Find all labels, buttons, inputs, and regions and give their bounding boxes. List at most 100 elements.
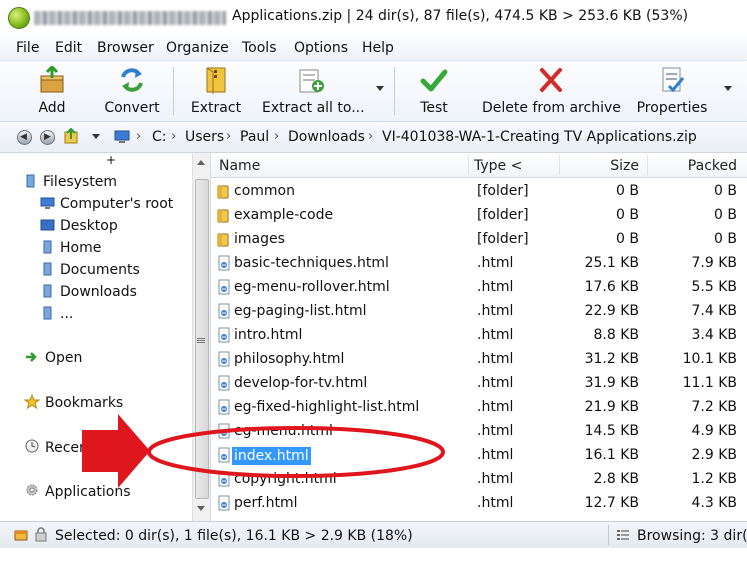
- back-arrow-icon: ◀: [20, 132, 27, 142]
- file-type: .html: [477, 351, 514, 367]
- file-name: basic-techniques.html: [234, 255, 389, 271]
- file-row[interactable]: intro.html .html 8.8 KB 3.4 KB: [211, 323, 747, 347]
- breadcrumb-user[interactable]: Paul: [240, 129, 269, 145]
- status-browsing: Browsing: 3 dir(: [637, 528, 747, 544]
- convert-button[interactable]: Convert: [100, 63, 164, 119]
- file-name: philosophy.html: [234, 351, 345, 367]
- breadcrumb-separator: ›: [171, 129, 177, 144]
- file-type: [folder]: [477, 231, 529, 247]
- column-divider[interactable]: [468, 155, 469, 175]
- applications-gear-icon: [26, 484, 38, 496]
- delete-from-archive-button[interactable]: Delete from archive: [482, 63, 621, 119]
- sidebar-section-recent[interactable]: Recent files: [24, 438, 126, 456]
- file-name: eg-fixed-highlight-list.html: [234, 399, 420, 415]
- html-file-icon: [218, 375, 230, 391]
- sidebar-section-open[interactable]: Open: [24, 350, 82, 366]
- breadcrumb-archive[interactable]: VI-401038-WA-1-Creating TV Applications.…: [382, 129, 697, 145]
- menu-file[interactable]: File: [16, 40, 39, 56]
- extract-all-button[interactable]: Extract all to...: [262, 63, 365, 119]
- file-packed-size: 7.9 KB: [691, 255, 738, 271]
- breadcrumb-drive[interactable]: C:: [152, 129, 167, 145]
- sidebar-section-applications[interactable]: Applications: [24, 482, 131, 500]
- breadcrumb-separator: ›: [136, 129, 142, 144]
- file-size: 2.8 KB: [593, 471, 640, 487]
- sidebar-scrollbar[interactable]: [192, 153, 210, 521]
- file-row[interactable]: common [folder] 0 B 0 B: [211, 179, 747, 203]
- back-button[interactable]: ◀: [17, 130, 32, 145]
- add-button[interactable]: Add: [22, 63, 82, 119]
- breadcrumb-separator: ›: [368, 129, 374, 144]
- file-row[interactable]: images [folder] 0 B 0 B: [211, 227, 747, 251]
- redacted-title-prefix: [34, 11, 226, 25]
- file-size: 0 B: [616, 183, 639, 199]
- breadcrumb-users[interactable]: Users: [185, 129, 224, 145]
- file-row[interactable]: example-code [folder] 0 B 0 B: [211, 203, 747, 227]
- sidebar-item-computers-root[interactable]: Computer's root: [40, 196, 173, 212]
- file-size: 16.1 KB: [584, 447, 639, 463]
- file-row[interactable]: eg-paging-list.html .html 22.9 KB 7.4 KB: [211, 299, 747, 323]
- test-check-icon: [420, 69, 448, 92]
- file-row[interactable]: eg-menu.html .html 14.5 KB 4.9 KB: [211, 419, 747, 443]
- sidebar-item-downloads[interactable]: Downloads: [40, 284, 137, 300]
- file-name: intro.html: [234, 327, 303, 343]
- file-packed-size: 11.1 KB: [682, 375, 737, 391]
- file-size: 12.7 KB: [584, 495, 639, 511]
- file-type: .html: [477, 495, 514, 511]
- up-folder-icon[interactable]: [64, 128, 78, 144]
- file-row[interactable]: index.html .html 16.1 KB 2.9 KB: [211, 443, 747, 467]
- scroll-up-arrow-icon[interactable]: [197, 160, 205, 165]
- breadcrumb-downloads[interactable]: Downloads: [288, 129, 365, 145]
- file-row[interactable]: perf.html .html 12.7 KB 4.3 KB: [211, 491, 747, 515]
- column-header-packed[interactable]: Packed: [688, 158, 737, 174]
- menu-help[interactable]: Help: [362, 40, 394, 56]
- file-type: .html: [477, 447, 514, 463]
- file-packed-size: 5.5 KB: [691, 279, 738, 295]
- html-file-icon: [218, 495, 230, 511]
- file-size: 25.1 KB: [584, 255, 639, 271]
- column-header-type[interactable]: Type <: [474, 158, 522, 174]
- column-header-name[interactable]: Name: [219, 158, 260, 174]
- column-divider[interactable]: [559, 155, 560, 175]
- file-type: .html: [477, 423, 514, 439]
- sidebar-item-filesystem[interactable]: Filesystem: [24, 174, 117, 190]
- sidebar-item-more[interactable]: ...: [40, 306, 73, 322]
- file-row[interactable]: eg-fixed-highlight-list.html .html 21.9 KB…: [211, 395, 747, 419]
- history-dropdown-arrow[interactable]: [92, 134, 100, 139]
- extract-all-dropdown-arrow[interactable]: [376, 86, 384, 91]
- scroll-down-arrow-icon[interactable]: [197, 506, 205, 511]
- menu-options[interactable]: Options: [294, 40, 348, 56]
- file-row[interactable]: develop-for-tv.html .html 31.9 KB 11.1 KB: [211, 371, 747, 395]
- file-size: 21.9 KB: [584, 399, 639, 415]
- lock-icon: [35, 527, 47, 542]
- column-divider[interactable]: [647, 155, 648, 175]
- file-row[interactable]: philosophy.html .html 31.2 KB 10.1 KB: [211, 347, 747, 371]
- file-type: [folder]: [477, 183, 529, 199]
- sidebar-label-desktop: Desktop: [60, 218, 118, 234]
- html-file-icon: [218, 447, 230, 463]
- menu-browser[interactable]: Browser: [97, 40, 154, 56]
- computer-icon: [114, 130, 130, 143]
- properties-button[interactable]: Properties: [632, 63, 712, 119]
- properties-label: Properties: [636, 100, 708, 116]
- menu-edit[interactable]: Edit: [55, 40, 82, 56]
- navigation-panel: + Filesystem Computer's root Desktop Hom…: [0, 153, 211, 521]
- extract-button[interactable]: Extract: [186, 63, 246, 119]
- menu-tools[interactable]: Tools: [242, 40, 277, 56]
- forward-button[interactable]: ▶: [40, 130, 55, 145]
- test-button[interactable]: Test: [410, 63, 458, 119]
- desktop-icon: [40, 219, 55, 231]
- sidebar-item-home[interactable]: Home: [40, 240, 101, 256]
- menu-organize[interactable]: Organize: [166, 40, 229, 56]
- file-row[interactable]: eg-menu-rollover.html .html 17.6 KB 5.5 KB: [211, 275, 747, 299]
- sidebar-item-documents[interactable]: Documents: [40, 262, 140, 278]
- sidebar-item-desktop[interactable]: Desktop: [40, 218, 118, 234]
- file-packed-size: 0 B: [714, 183, 737, 199]
- recent-clock-icon: [25, 439, 39, 453]
- sidebar-section-bookmarks[interactable]: Bookmarks: [24, 394, 123, 411]
- file-row[interactable]: copyright.html .html 2.8 KB 1.2 KB: [211, 467, 747, 491]
- file-packed-size: 0 B: [714, 207, 737, 223]
- file-row[interactable]: basic-techniques.html .html 25.1 KB 7.9 KB: [211, 251, 747, 275]
- column-header-size[interactable]: Size: [610, 158, 639, 174]
- collapse-plus-icon[interactable]: +: [106, 153, 116, 167]
- properties-dropdown-arrow[interactable]: [724, 86, 732, 91]
